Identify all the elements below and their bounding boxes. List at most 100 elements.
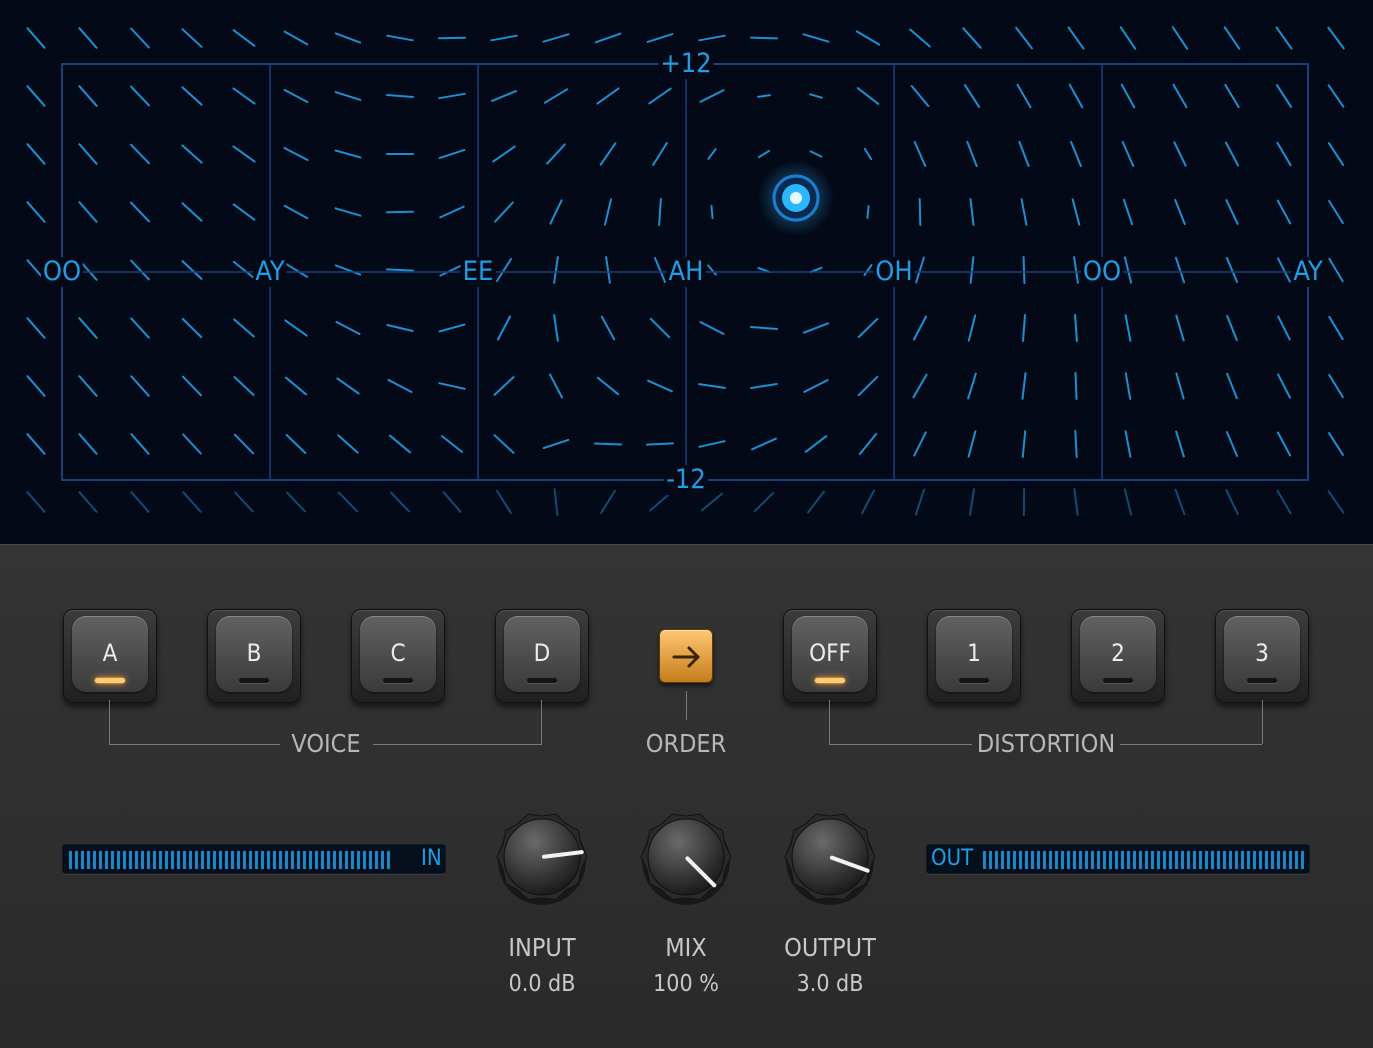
field-line [858, 432, 878, 456]
field-line [658, 198, 662, 226]
meter-segment [1073, 851, 1076, 869]
field-line [494, 201, 514, 223]
distortion-2-led [1103, 678, 1133, 683]
meter-segment [1289, 851, 1292, 869]
field-line [493, 376, 515, 396]
field-line [962, 27, 982, 49]
meter-segment [1115, 851, 1118, 869]
field-line [26, 375, 46, 397]
output-knob[interactable] [782, 809, 878, 905]
voice-c-led [383, 678, 413, 683]
field-line [386, 268, 414, 272]
field-line [386, 210, 414, 214]
meter-segment [267, 851, 270, 869]
field-line [857, 375, 879, 397]
input-meter-segments [69, 851, 390, 869]
field-line [1070, 140, 1082, 168]
meter-segment [1103, 851, 1106, 869]
field-line [1021, 372, 1027, 400]
field-line [26, 143, 46, 165]
field-line [699, 89, 725, 103]
meter-segment [135, 851, 138, 869]
field-line [1224, 83, 1240, 109]
meter-segment [177, 851, 180, 869]
meter-segment [159, 851, 162, 869]
meter-segment [345, 851, 348, 869]
voice-button-d[interactable]: D [495, 609, 589, 703]
field-line [26, 201, 46, 223]
field-line [130, 85, 150, 107]
field-line [438, 92, 466, 100]
distortion-button-1[interactable]: 1 [927, 609, 1021, 703]
field-line [1071, 198, 1081, 226]
field-line [26, 27, 46, 49]
field-line [649, 317, 671, 339]
field-line [750, 383, 778, 389]
field-line [594, 442, 622, 446]
voice-button-c[interactable]: C [351, 609, 445, 703]
field-line [549, 373, 563, 399]
voice-button-label: A [102, 639, 118, 667]
field-line [234, 491, 254, 513]
input-knob[interactable] [494, 809, 590, 905]
field-line [553, 314, 559, 342]
voice-button-b[interactable]: B [207, 609, 301, 703]
meter-segment [117, 851, 120, 869]
meter-segment [171, 851, 174, 869]
input-level-meter: IN [62, 844, 446, 874]
field-line [652, 142, 668, 166]
field-line [181, 260, 203, 280]
input-meter-label: IN [421, 846, 442, 871]
pad-cursor[interactable] [758, 160, 834, 236]
field-line [646, 442, 674, 446]
field-line [600, 315, 616, 341]
meter-segment [261, 851, 264, 869]
output-meter-label: OUT [931, 846, 974, 871]
mix-knob[interactable] [638, 809, 734, 905]
distortion-button-off[interactable]: OFF [783, 609, 877, 703]
meter-segment [309, 851, 312, 869]
field-line [1328, 200, 1344, 224]
vowel-xy-pad[interactable]: +12 -12 OO AY EE AH OH OO AY [0, 0, 1373, 545]
meter-segment [87, 851, 90, 869]
distortion-button-2[interactable]: 2 [1071, 609, 1165, 703]
field-line [1022, 314, 1026, 342]
field-line [1175, 430, 1185, 458]
field-line [1171, 26, 1189, 50]
voice-button-a[interactable]: A [63, 609, 157, 703]
distortion-button-3[interactable]: 3 [1215, 609, 1309, 703]
field-line [553, 488, 559, 516]
field-line [546, 143, 566, 165]
field-line [757, 149, 771, 159]
field-line [1120, 83, 1136, 109]
field-line [648, 87, 672, 105]
distortion-group-label: DISTORTION [976, 729, 1116, 758]
field-line [1277, 315, 1291, 341]
field-line [1225, 257, 1239, 283]
field-line [647, 379, 673, 393]
field-line [130, 491, 150, 513]
arrow-right-icon [672, 646, 700, 668]
field-line [1276, 431, 1292, 457]
order-button[interactable] [659, 629, 713, 683]
field-line [600, 490, 616, 514]
field-line [1327, 142, 1345, 166]
field-line [1224, 141, 1240, 167]
field-line [337, 491, 359, 513]
field-line [910, 85, 930, 107]
field-line [438, 323, 466, 333]
field-line [549, 199, 563, 225]
field-line [913, 315, 927, 341]
field-line [1175, 372, 1185, 400]
meter-segment [321, 851, 324, 869]
field-line [1074, 430, 1078, 458]
field-line [866, 205, 870, 219]
field-line [1124, 430, 1132, 458]
meter-segment [1175, 851, 1178, 869]
meter-segment [983, 851, 986, 869]
meter-segment [279, 851, 282, 869]
field-line [336, 377, 360, 395]
meter-segment [1181, 851, 1184, 869]
field-line [1068, 83, 1084, 109]
vowel-filter-plugin: +12 -12 OO AY EE AH OH OO AY A B C D VOI… [0, 0, 1373, 1048]
